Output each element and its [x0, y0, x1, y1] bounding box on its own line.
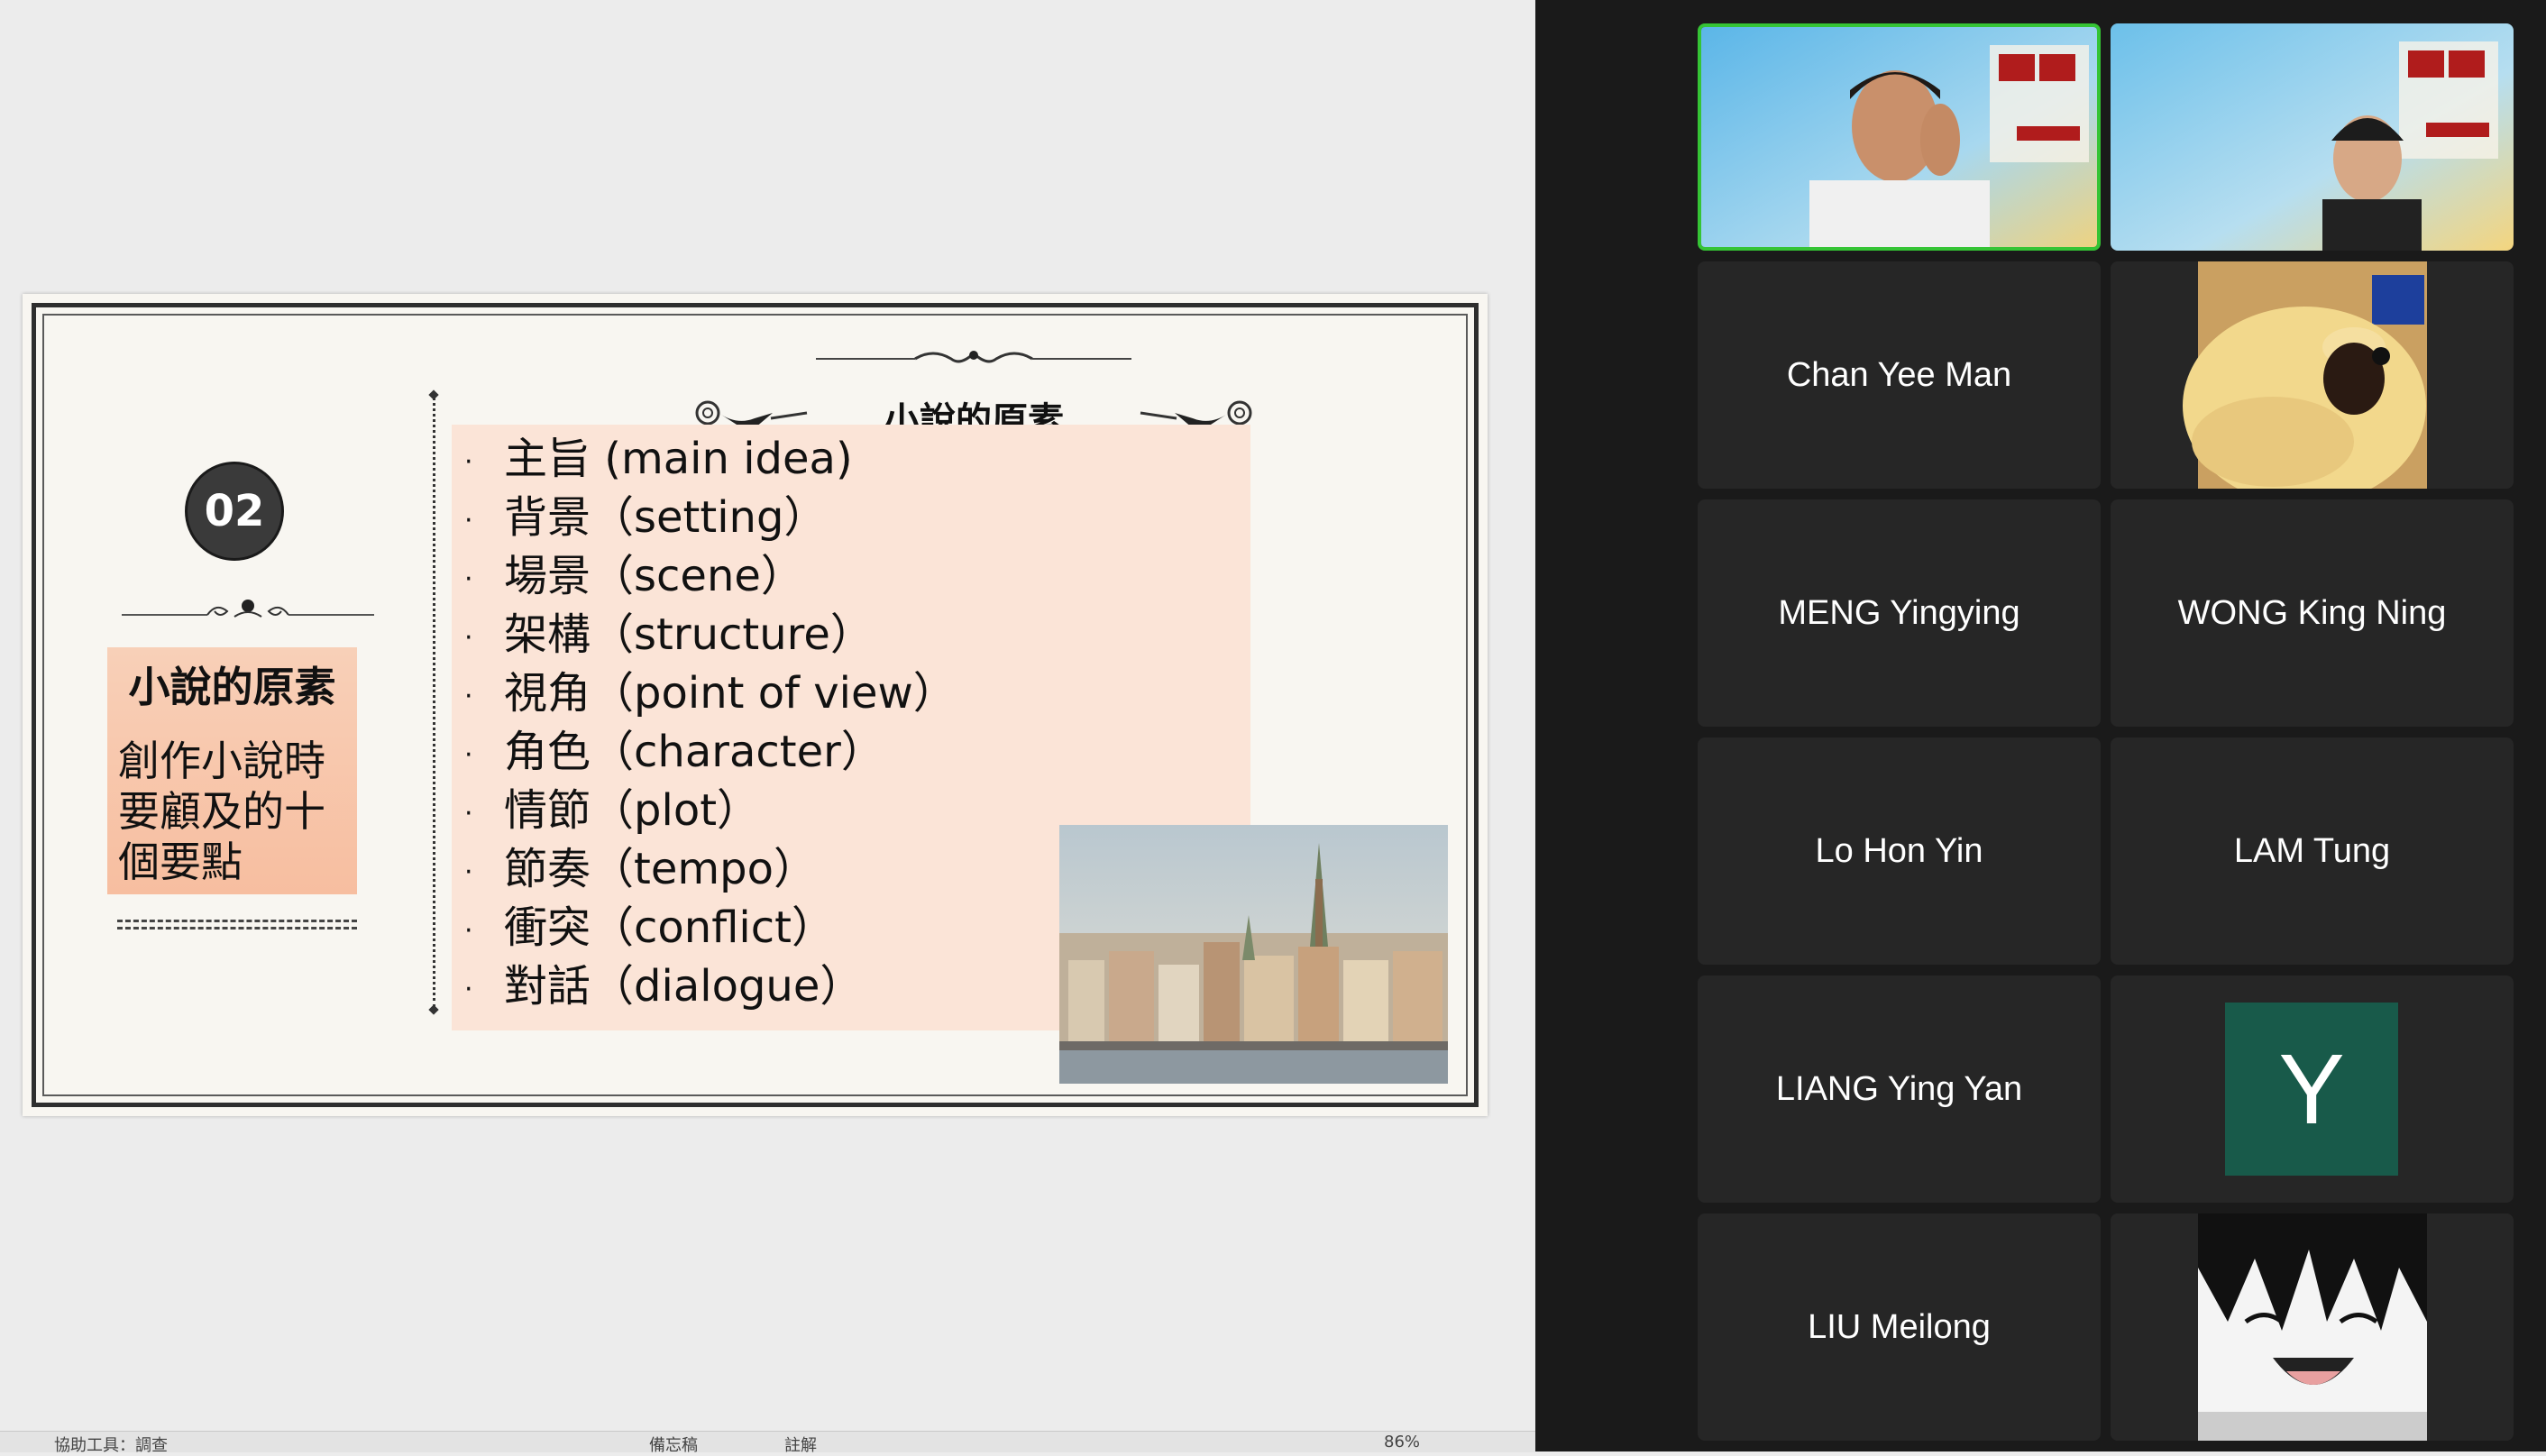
participant-video-tile[interactable] — [1698, 23, 2101, 251]
participant-name: Lo Hon Yin — [1815, 831, 1983, 870]
vertical-divider — [433, 397, 435, 1008]
list-item: · 節奏（tempo） — [464, 844, 817, 894]
participant-tile[interactable]: Chan Yee Man — [1698, 261, 2101, 489]
participant-tile[interactable] — [2111, 261, 2514, 489]
zoom-level[interactable]: 86% — [1384, 1433, 1420, 1451]
status-bar: 協助工具：調查 備忘稿 註解 86% — [0, 1431, 1535, 1455]
list-item: · 衝突（conflict） — [464, 902, 835, 953]
participant-name: WONG King Ning — [2177, 593, 2447, 632]
list-item: · 背景（setting） — [464, 492, 828, 543]
presentation-area: 02 小說的原素 創作小說時要顧及的十個要點 小說的原素 · 主旨 (main … — [0, 0, 1535, 1455]
participant-name: Chan Yee Man — [1786, 355, 2012, 394]
participant-tile[interactable]: LIANG Ying Yan — [1698, 975, 2101, 1203]
participant-tile[interactable]: Lo Hon Yin — [1698, 737, 2101, 965]
participant-name: LIU Meilong — [1808, 1307, 1991, 1346]
list-item: · 主旨 (main idea) — [464, 434, 853, 484]
participant-name: LIANG Ying Yan — [1775, 1069, 2023, 1108]
elements-list: · 主旨 (main idea) · 背景（setting） · 場景（scene） … — [464, 430, 957, 1016]
participant-tile[interactable]: Y — [2111, 975, 2514, 1203]
participant-tile[interactable] — [2111, 1213, 2514, 1441]
dashed-divider — [117, 920, 357, 934]
accessibility-status[interactable]: 協助工具：調查 — [54, 1433, 168, 1456]
city-photo — [1059, 825, 1448, 1084]
participant-name: MENG Yingying — [1778, 593, 2020, 632]
participant-video-tile[interactable] — [2111, 23, 2514, 251]
comments-button[interactable]: 註解 — [784, 1433, 817, 1456]
section-number: 02 — [185, 462, 284, 561]
list-item: · 架構（structure） — [464, 609, 874, 660]
slide[interactable]: 02 小說的原素 創作小說時要顧及的十個要點 小說的原素 · 主旨 (main … — [23, 294, 1488, 1116]
participant-tile[interactable]: LAM Tung — [2111, 737, 2514, 965]
manga-avatar-icon — [2111, 1213, 2514, 1441]
notes-button[interactable]: 備忘稿 — [649, 1433, 698, 1456]
participant-tile[interactable]: MENG Yingying — [1698, 499, 2101, 727]
side-panel: 小說的原素 創作小說時要顧及的十個要點 — [107, 647, 357, 894]
side-title: 小說的原素 — [128, 663, 336, 711]
participants-panel: Chan Yee Man MENG Yingying WONG King Nin… — [1535, 0, 2546, 1451]
list-item: · 場景（scene） — [464, 551, 804, 601]
ornament-icon — [122, 600, 374, 618]
list-item: · 視角（point of view） — [464, 668, 957, 719]
participant-tile[interactable]: WONG King Ning — [2111, 499, 2514, 727]
list-item: · 情節（plot） — [464, 785, 761, 836]
participant-name: LAM Tung — [2233, 831, 2391, 870]
side-subtitle: 創作小說時要顧及的十個要點 — [118, 737, 325, 886]
participant-tile[interactable]: LIU Meilong — [1698, 1213, 2101, 1441]
list-item: · 對話（dialogue） — [464, 961, 864, 1012]
avatar: Y — [2225, 1003, 2398, 1176]
bear-avatar-icon — [2111, 261, 2514, 489]
list-item: · 角色（character） — [464, 727, 884, 777]
